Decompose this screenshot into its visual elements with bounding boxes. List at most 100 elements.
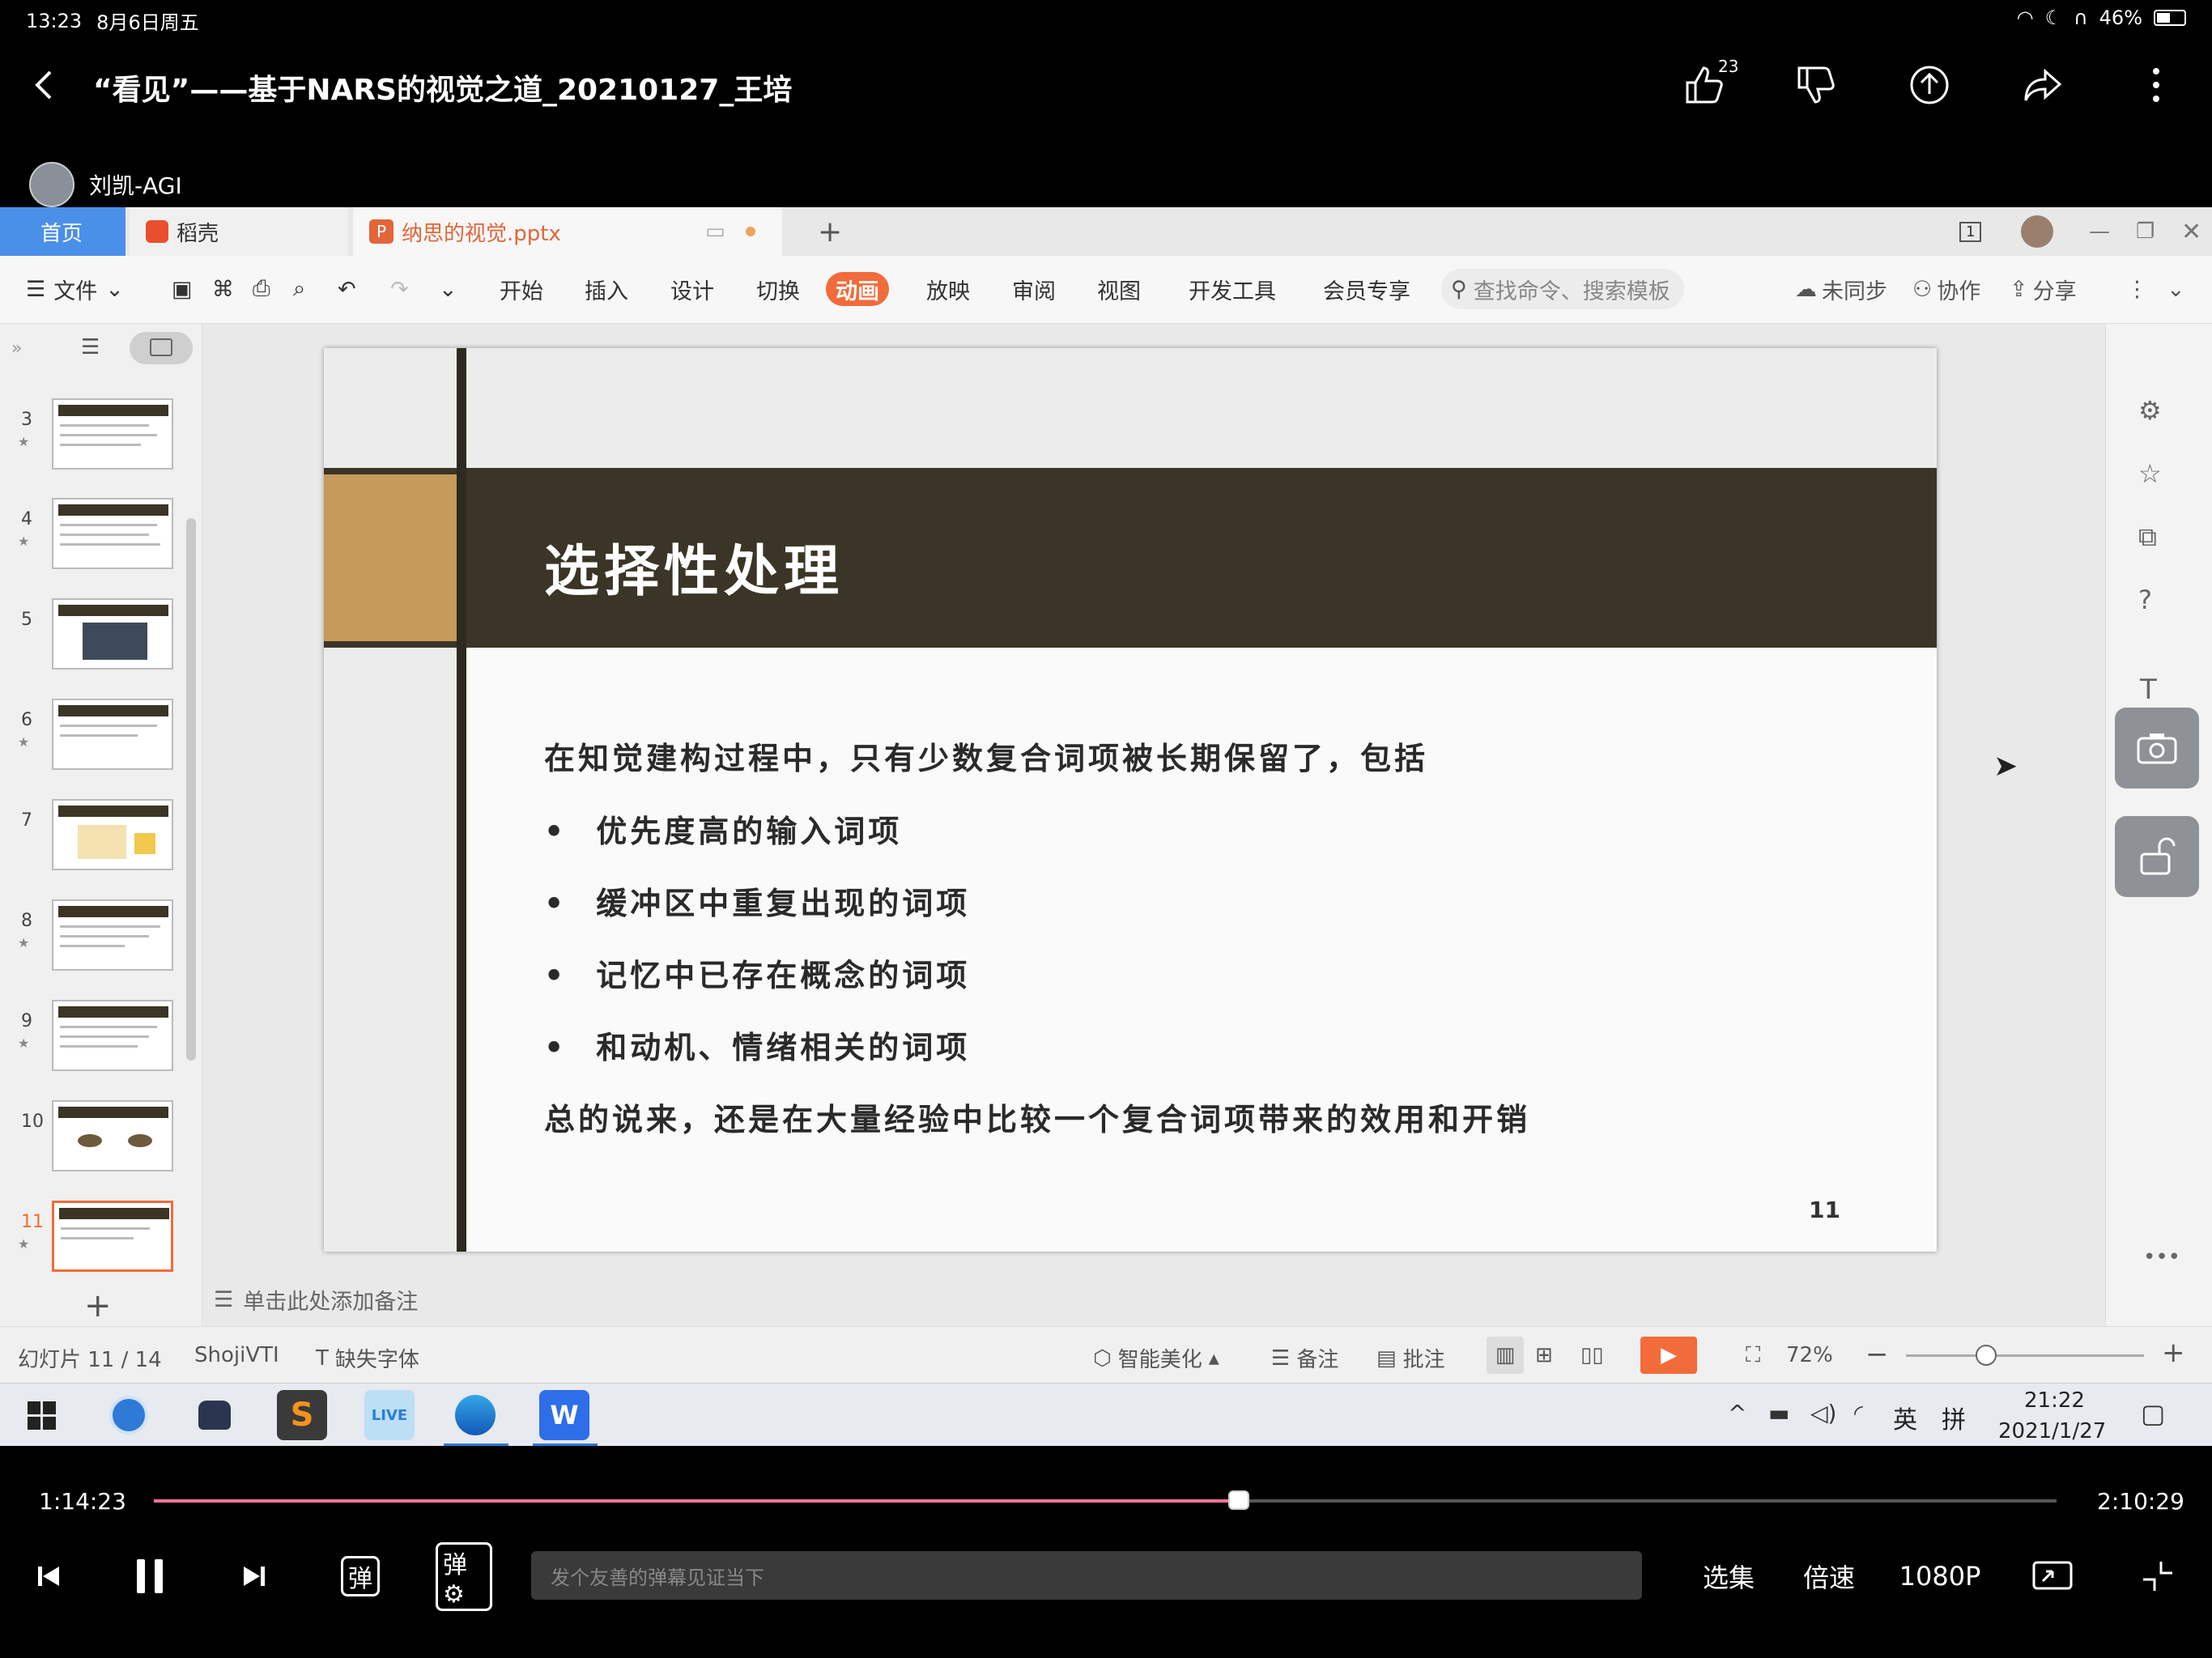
menu-member[interactable]: 会员专享 xyxy=(1313,269,1420,309)
sorter-view-button[interactable]: ⊞ xyxy=(1535,1343,1553,1367)
taskbar-app-edge[interactable] xyxy=(450,1390,500,1440)
menu-review[interactable]: 审阅 xyxy=(1002,269,1066,309)
ime-mode[interactable]: 拼 xyxy=(1942,1400,1966,1435)
back-button[interactable] xyxy=(16,57,73,113)
layout-icon[interactable]: ⧉ xyxy=(2138,521,2157,553)
volume-icon[interactable]: ◁) xyxy=(1810,1400,1836,1426)
undo-button[interactable]: ↶ xyxy=(328,269,366,309)
normal-view-button[interactable]: ▥ xyxy=(1487,1337,1524,1374)
play-slideshow-button[interactable]: ▶ xyxy=(1640,1337,1697,1374)
next-button[interactable] xyxy=(230,1548,279,1605)
menu-developer[interactable]: 开发工具 xyxy=(1179,269,1286,309)
thumbnail-slide-9[interactable]: 9 ★ xyxy=(0,1000,186,1081)
tab-home[interactable]: 首页 xyxy=(0,207,125,256)
thumbnail-slide-11[interactable]: 11 ★ xyxy=(0,1201,186,1282)
menu-animation[interactable]: 动画 xyxy=(826,272,889,306)
thumbnail-slide-8[interactable]: 8 ★ xyxy=(0,899,186,980)
taskbar-date[interactable]: 2021/1/27 xyxy=(1998,1419,2106,1443)
theme-name[interactable]: ShojiVTI xyxy=(194,1343,279,1367)
share-doc-button[interactable]: ⇪ 分享 xyxy=(2000,269,2087,309)
collapse-ribbon-button[interactable]: ⌄ xyxy=(2157,269,2195,309)
fit-window-button[interactable]: ⛶ xyxy=(1746,1343,1760,1368)
menu-slideshow[interactable]: 放映 xyxy=(917,269,980,309)
thumbnail-view-toggle[interactable] xyxy=(130,332,193,364)
menu-insert[interactable]: 插入 xyxy=(575,269,638,309)
text-format-icon[interactable]: T xyxy=(2140,674,2157,706)
more-menu-button[interactable] xyxy=(2128,57,2184,113)
beautify-button[interactable]: ⬡ 智能美化 ▴ xyxy=(1093,1343,1219,1373)
tab-daoke[interactable]: 稻壳 xyxy=(130,207,348,256)
zoom-slider-thumb[interactable] xyxy=(1976,1345,1997,1366)
settings-sliders-icon[interactable]: ⚙ xyxy=(2138,395,2162,426)
taskbar-app-live[interactable]: LIVE xyxy=(364,1390,415,1440)
taskbar-app-cat[interactable] xyxy=(189,1390,240,1440)
like-button[interactable]: 23 xyxy=(1676,57,1738,113)
share-button[interactable] xyxy=(2014,57,2071,113)
thumbnail-scrollbar[interactable] xyxy=(186,518,196,1061)
file-menu[interactable]: ☰ 文件 ⌄ xyxy=(16,269,134,309)
account-avatar[interactable] xyxy=(2005,207,2053,256)
missing-font-button[interactable]: T 缺失字体 xyxy=(316,1343,419,1373)
thumbnail-slide-4[interactable]: 4 ★ xyxy=(0,498,186,579)
uploader-overlay[interactable]: 刘凯-AGI xyxy=(29,162,182,207)
window-count-button[interactable]: 1 xyxy=(1943,207,1992,256)
save-button[interactable]: ▣ xyxy=(162,269,202,309)
minimize-button[interactable]: — xyxy=(2073,207,2113,256)
thumbnail-slide-3[interactable]: 3 ★ xyxy=(0,398,186,479)
notification-icon[interactable]: ▢ xyxy=(2141,1398,2165,1429)
dislike-button[interactable] xyxy=(1788,57,1844,113)
previous-button[interactable] xyxy=(24,1548,73,1605)
zoom-slider[interactable] xyxy=(1906,1354,2144,1357)
screenshot-button[interactable] xyxy=(2115,708,2199,789)
network-icon[interactable]: ◜ xyxy=(1854,1400,1863,1426)
speed-button[interactable]: 倍速 xyxy=(1784,1548,1874,1605)
progress-thumb[interactable] xyxy=(1227,1490,1249,1510)
progress-track[interactable] xyxy=(154,1490,2057,1510)
ribbon-more-button[interactable]: ⋮ xyxy=(2116,269,2158,309)
current-slide[interactable]: 选择性处理 在知觉建构过程中，只有少数复合词项被长期保留了，包括 • 优先度高的输… xyxy=(324,348,1937,1252)
restore-button[interactable]: ❐ xyxy=(2120,207,2160,256)
pin-icon[interactable]: ☆ xyxy=(2138,458,2162,489)
customize-toolbar-button[interactable]: ⌄ xyxy=(429,269,467,309)
exit-fullscreen-button[interactable] xyxy=(2129,1548,2186,1605)
taskbar-app-clock[interactable] xyxy=(104,1390,154,1440)
new-tab-button[interactable]: + xyxy=(802,207,850,256)
ime-language[interactable]: 英 xyxy=(1893,1400,1917,1435)
taskbar-app-wps[interactable]: W xyxy=(539,1390,589,1440)
tray-expand-icon[interactable]: ^ xyxy=(1728,1400,1746,1426)
danmu-input[interactable]: 发个友善的弹幕见证当下 xyxy=(531,1551,1642,1600)
thumbnail-slide-5[interactable]: 5 xyxy=(0,598,186,679)
rotation-lock-button[interactable] xyxy=(2115,816,2199,897)
help-icon[interactable]: ? xyxy=(2138,585,2152,615)
thumbnail-slide-10[interactable]: 10 xyxy=(0,1100,186,1181)
menu-view[interactable]: 视图 xyxy=(1087,269,1151,309)
sync-status[interactable]: ☁ 未同步 xyxy=(1785,269,1897,309)
thumbnail-slide-7[interactable]: 7 xyxy=(0,799,186,880)
menu-start[interactable]: 开始 xyxy=(490,269,553,309)
tab-pptx[interactable]: P 纳思的视觉.pptx ▭ xyxy=(353,207,782,256)
add-slide-button[interactable]: + xyxy=(84,1287,112,1324)
menu-design[interactable]: 设计 xyxy=(661,269,724,309)
zoom-level[interactable]: 72% xyxy=(1786,1343,1833,1367)
danmu-toggle-button[interactable]: 弹 xyxy=(332,1548,389,1605)
format-painter-button[interactable]: ⌘ xyxy=(202,269,244,309)
command-search[interactable]: ⚲ 查找命令、搜索模板 xyxy=(1441,269,1684,309)
episodes-button[interactable]: 选集 xyxy=(1684,1548,1773,1605)
taskbar-time[interactable]: 21:22 xyxy=(2024,1388,2085,1413)
expand-panel-icon[interactable]: » xyxy=(11,338,22,359)
zoom-in-button[interactable]: + xyxy=(2162,1337,2185,1369)
taskbar-app-sublime[interactable]: S xyxy=(277,1390,327,1440)
outline-view-icon[interactable]: ☰ xyxy=(81,335,100,359)
add-notes-area[interactable]: ☰ 单击此处添加备注 xyxy=(214,1284,418,1316)
battery-tray-icon[interactable]: ▬ xyxy=(1768,1400,1789,1426)
menu-transition[interactable]: 切换 xyxy=(747,269,810,309)
notes-toggle[interactable]: ☰ 备注 xyxy=(1271,1343,1338,1373)
zoom-out-button[interactable]: − xyxy=(1865,1338,1889,1371)
quality-button[interactable]: 1080P xyxy=(1891,1548,1989,1605)
coin-button[interactable] xyxy=(1901,57,1958,113)
redo-button[interactable]: ↷ xyxy=(381,269,419,309)
comments-toggle[interactable]: ▤ 批注 xyxy=(1376,1343,1445,1373)
print-button[interactable]: ⎙ xyxy=(243,269,280,309)
windows-start-button[interactable] xyxy=(16,1390,66,1440)
thumbnail-slide-6[interactable]: 6 ★ xyxy=(0,699,186,780)
